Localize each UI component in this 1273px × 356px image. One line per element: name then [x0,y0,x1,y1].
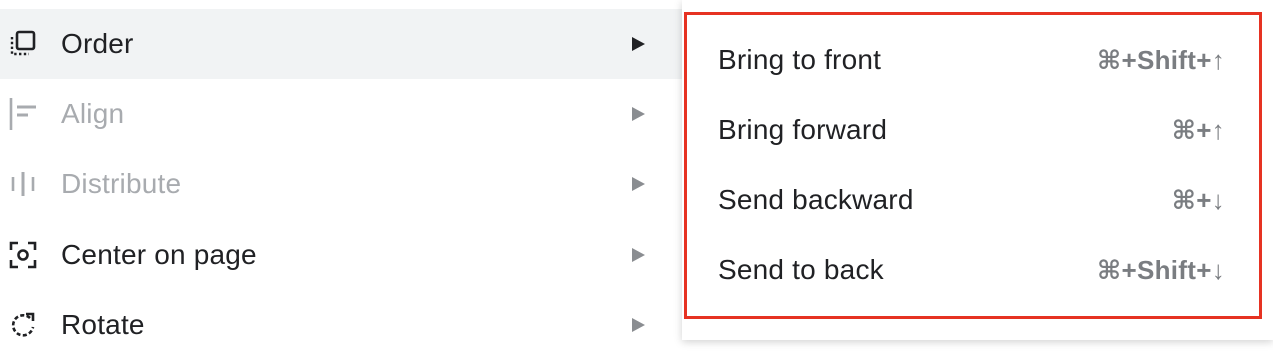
submenu-item-label: Bring forward [718,114,888,145]
main-menu: Order Align Distribute Center on page Ro… [0,0,682,356]
center-on-page-icon [6,238,40,272]
submenu-item-label: Send to back [718,254,884,285]
triangle-right-icon [632,37,645,51]
submenu-item-send-backward[interactable]: Send backward ⌘+↓ [718,165,1225,235]
menu-item-label: Align [61,98,125,129]
menu-item-order[interactable]: Order [0,9,682,79]
align-icon [6,97,40,131]
submenu-item-bring-to-front[interactable]: Bring to front ⌘+Shift+↑ [718,25,1225,95]
submenu-item-send-to-back[interactable]: Send to back ⌘+Shift+↓ [718,235,1225,305]
order-icon [6,27,40,61]
menu-item-label: Rotate [61,309,145,340]
triangle-right-icon [632,318,645,332]
context-menu-screen: Order Align Distribute Center on page Ro… [0,0,1273,356]
triangle-right-icon [632,177,645,191]
menu-item-center-on-page[interactable]: Center on page [0,220,682,290]
keyboard-shortcut: ⌘+↓ [1171,184,1225,215]
submenu-item-bring-forward[interactable]: Bring forward ⌘+↑ [718,95,1225,165]
menu-item-label: Center on page [61,239,257,270]
rotate-icon [6,308,40,342]
submenu-item-label: Send backward [718,184,914,215]
menu-item-rotate[interactable]: Rotate [0,290,682,356]
triangle-right-icon [632,107,645,121]
submenu-item-label: Bring to front [718,44,882,75]
distribute-icon [6,167,40,201]
keyboard-shortcut: ⌘+Shift+↓ [1097,254,1225,285]
keyboard-shortcut: ⌘+Shift+↑ [1097,44,1225,75]
keyboard-shortcut: ⌘+↑ [1171,114,1225,145]
menu-item-align: Align [0,79,682,149]
menu-item-distribute: Distribute [0,149,682,219]
menu-item-label: Order [61,28,134,59]
menu-item-label: Distribute [61,168,182,199]
triangle-right-icon [632,248,645,262]
